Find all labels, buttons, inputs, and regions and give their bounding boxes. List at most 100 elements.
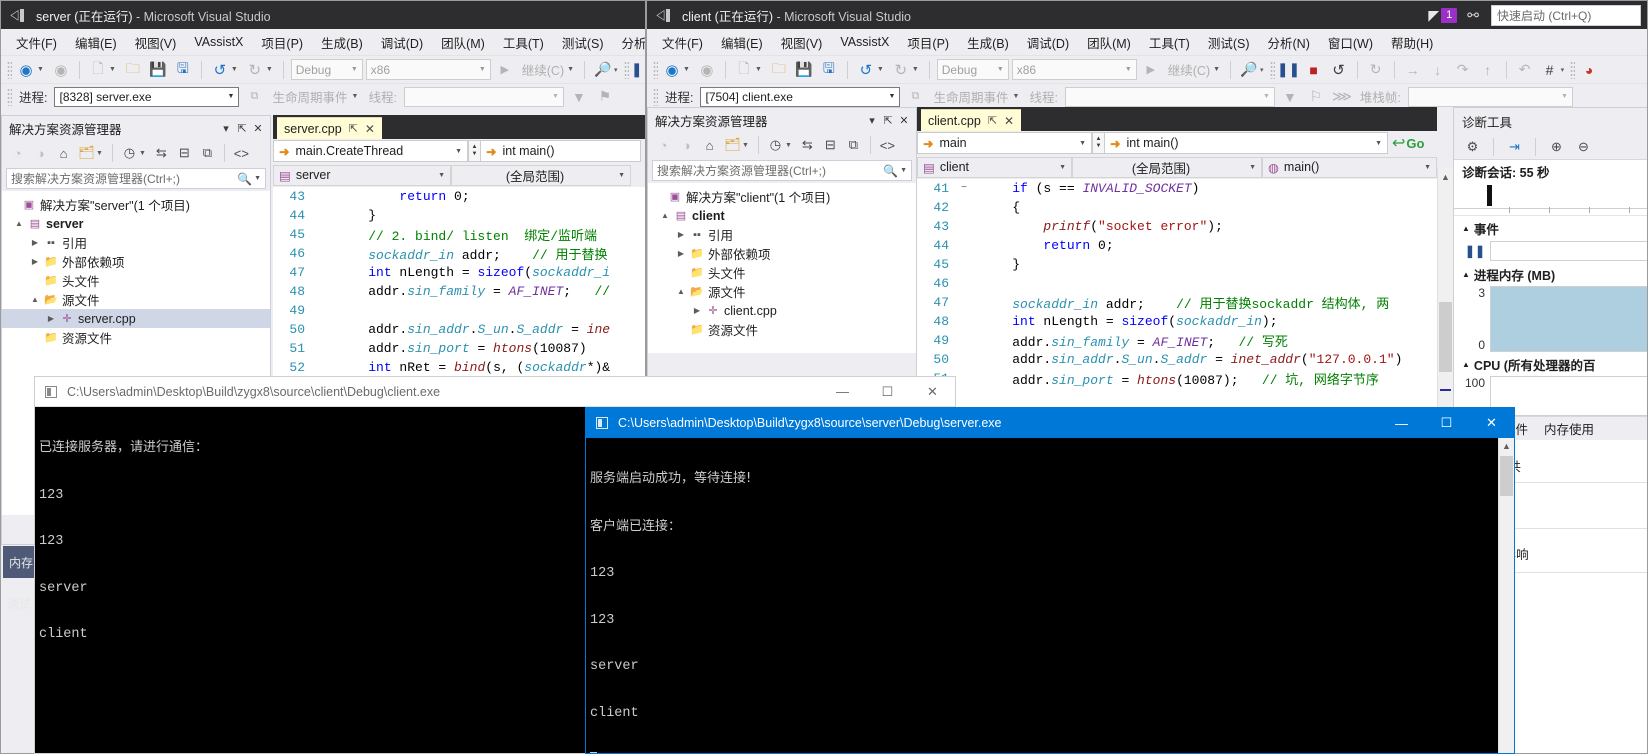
diagnostic-timeline-ruler[interactable] — [1454, 182, 1647, 216]
navigate-backward-icon[interactable]: ◉ — [661, 59, 683, 81]
tree-node-client-cpp[interactable]: ▶ ✛ client.cpp — [648, 301, 916, 320]
pin-icon[interactable]: ⇱ — [349, 122, 358, 135]
tree-node-solution[interactable]: ▣ 解决方案"server"(1 个项目) — [2, 195, 270, 214]
stackframe-combo[interactable]: ▼ — [1407, 86, 1573, 107]
menu-item-test[interactable]: 测试(S) — [1199, 30, 1259, 55]
menu-item-team[interactable]: 团队(M) — [1078, 30, 1140, 55]
chevron-down-icon[interactable]: ▼ — [683, 66, 690, 73]
properties-icon[interactable]: ⧉ — [197, 143, 218, 164]
navigate-backward-icon[interactable]: ◉ — [15, 59, 37, 81]
chevron-down-icon[interactable]: ▾ — [864, 114, 880, 127]
solution-explorer-toolbar[interactable]: ◔ ◑ ⌂ 🗂 ▼ ◷ ▼ ⇆ ⊟ ⧉ <> — [648, 132, 916, 158]
editor-tab-server-cpp[interactable]: server.cpp ⇱ ✕ — [277, 117, 382, 139]
server-editor-navbar-top[interactable]: ➜ main.CreateThread ▼ ▲ ▼ ➜ int main() — [273, 139, 645, 163]
lifecycle-events-label[interactable]: 生命周期事件 — [269, 87, 350, 106]
scope-combo-global[interactable]: (全局范围) ▼ — [1072, 156, 1262, 178]
expander-icon[interactable]: ▲ — [1462, 360, 1470, 369]
navigate-forward-icon[interactable]: ◉ — [696, 59, 718, 81]
client-window-titlebar[interactable]: client (正在运行) - Microsoft Visual Studio … — [647, 1, 1647, 29]
chevron-down-icon[interactable]: ▼ — [438, 172, 445, 179]
menu-item-file[interactable]: 文件(F) — [653, 30, 712, 55]
forward-icon[interactable]: ◑ — [30, 143, 51, 164]
scope-combo-member[interactable]: ◍ main() ▼ — [1262, 156, 1437, 178]
chevron-down-icon[interactable]: ▾ — [1260, 66, 1264, 74]
menu-item-view[interactable]: 视图(V) — [126, 30, 186, 55]
menu-item-file[interactable]: 文件(F) — [7, 30, 66, 55]
continue-label[interactable]: 继续(C) — [519, 60, 567, 79]
menu-item-project[interactable]: 项目(P) — [898, 30, 958, 55]
tree-node-source-files[interactable]: ▲ 📂 源文件 — [2, 290, 270, 309]
expander-icon[interactable]: ▲ — [28, 295, 42, 304]
menu-item-tools[interactable]: 工具(T) — [1140, 30, 1199, 55]
nav-combo-function-left[interactable]: ➜ main.CreateThread ▼ — [273, 140, 468, 162]
properties-icon[interactable]: ⧉ — [843, 135, 864, 156]
client-solution-tree[interactable]: ▣ 解决方案"client"(1 个项目) ▲ ▤ client ▶ ▪▪ 引用… — [648, 183, 916, 353]
undo-icon[interactable]: ↺ — [855, 59, 877, 81]
open-file-icon[interactable]: 🗀 — [768, 59, 790, 81]
new-project-icon[interactable]: 🗋 — [733, 59, 755, 81]
solution-configuration-combo[interactable]: Debug ▼ — [936, 59, 1009, 80]
scope-combo-global[interactable]: (全局范围) ▼ — [451, 164, 631, 186]
chevron-down-icon[interactable]: ▼ — [1249, 164, 1256, 171]
start-debug-icon[interactable]: ▶ — [1140, 59, 1162, 81]
minimize-button[interactable]: — — [1379, 408, 1424, 438]
menu-item-edit[interactable]: 编辑(E) — [66, 30, 126, 55]
gear-icon[interactable]: ⚙ — [1462, 136, 1483, 157]
pending-changes-icon[interactable]: 🗂 — [722, 135, 743, 156]
menu-item-vassistx[interactable]: VAssistX — [185, 32, 252, 52]
solution-explorer-toolbar[interactable]: ◔ ◑ ⌂ 🗂 ▼ ◷ ▼ ⇆ ⊟ ⧉ <> — [2, 140, 270, 166]
search-icon[interactable]: 🔍 — [237, 172, 252, 186]
close-icon[interactable]: ✕ — [365, 122, 375, 136]
solution-explorer-search[interactable]: 搜索解决方案资源管理器(Ctrl+;) 🔍 ▼ — [652, 160, 912, 181]
tree-node-server-cpp[interactable]: ▶ ✛ server.cpp — [2, 309, 270, 328]
menu-item-build[interactable]: 生成(B) — [312, 30, 372, 55]
close-icon[interactable]: ✕ — [250, 122, 266, 135]
feedback-icon[interactable]: ⚯ — [1467, 7, 1479, 24]
export-icon[interactable]: ⇥ — [1504, 136, 1525, 157]
diagnostic-section-memory[interactable]: ▲ 进程内存 (MB) — [1454, 262, 1647, 286]
step-up-icon[interactable]: ↑ — [1477, 59, 1499, 81]
client-editor-tabstrip[interactable]: client.cpp ⇱ ✕ — [917, 107, 1437, 131]
tool-tab-debug[interactable]: 调试 — [1, 589, 37, 617]
history-icon[interactable]: ◷ — [119, 143, 140, 164]
collapse-all-icon[interactable]: ⊟ — [820, 135, 841, 156]
quick-launch-box[interactable]: 快速启动 (Ctrl+Q) — [1491, 4, 1641, 26]
pin-icon[interactable]: ⇱ — [988, 114, 997, 127]
scrollbar-thumb[interactable] — [1500, 456, 1513, 496]
save-all-icon[interactable]: 🖫 — [172, 59, 194, 81]
sync-icon[interactable]: ⇆ — [797, 135, 818, 156]
step-into-icon[interactable]: ↓ — [1427, 59, 1449, 81]
filter-flag-icon[interactable]: ⚐ — [1305, 86, 1327, 108]
hash-icon[interactable]: # — [1539, 59, 1561, 81]
no-filter-icon[interactable]: ⋙ — [1331, 86, 1353, 108]
menu-item-window[interactable]: 窗口(W) — [1319, 30, 1382, 55]
chevron-down-icon[interactable]: ▼ — [1213, 66, 1220, 73]
tree-node-resource-files[interactable]: 📁 资源文件 — [2, 328, 270, 347]
server-debug-location-toolbar[interactable]: 进程: [8328] server.exe ▼ ⧉ 生命周期事件 ▼ 线程: ▼ … — [1, 83, 645, 109]
menu-item-vassistx[interactable]: VAssistX — [831, 32, 898, 52]
tab-memory-usage[interactable]: 内存使用 — [1536, 416, 1602, 441]
server-console-output[interactable]: 服务端启动成功，等待连接! 客户端已连接： 123 123 server cli… — [586, 438, 1514, 753]
nav-spinner[interactable]: ▲ ▼ — [468, 140, 481, 162]
maximize-button[interactable]: ☐ — [1424, 408, 1469, 438]
close-icon[interactable]: ✕ — [896, 114, 912, 127]
step-over-icon[interactable]: → — [1402, 59, 1424, 81]
diagnostic-section-events[interactable]: ▲ 事件 — [1454, 216, 1647, 240]
client-menu-bar[interactable]: 文件(F) 编辑(E) 视图(V) VAssistX 项目(P) 生成(B) 调… — [647, 29, 1647, 55]
zoom-in-icon[interactable]: ⊕ — [1546, 136, 1567, 157]
nav-spinner[interactable]: ▲ ▼ — [1092, 132, 1105, 154]
notification-flag-icon[interactable]: ◤ — [1428, 7, 1439, 24]
back-icon[interactable]: ◔ — [653, 135, 674, 156]
tree-node-project[interactable]: ▲ ▤ client — [648, 206, 916, 225]
menu-item-debug[interactable]: 调试(D) — [372, 30, 432, 55]
menu-item-test[interactable]: 测试(S) — [553, 30, 613, 55]
menu-item-analyze[interactable]: 分析(N) — [1259, 30, 1319, 55]
break-all-icon[interactable]: ❚❚ — [1277, 59, 1300, 81]
nav-combo-function-right[interactable]: ➜ int main() — [481, 140, 641, 162]
client-debug-location-toolbar[interactable]: 进程: [7504] client.exe ▼ ⧉ 生命周期事件 ▼ 线程: ▼ … — [647, 83, 1647, 109]
tree-node-external-deps[interactable]: ▶ 📁 外部依赖项 — [2, 252, 270, 271]
chevron-down-icon[interactable]: ▾ — [614, 66, 618, 74]
solution-explorer-search[interactable]: 搜索解决方案资源管理器(Ctrl+;) 🔍 ▼ — [6, 168, 266, 189]
menu-item-build[interactable]: 生成(B) — [958, 30, 1018, 55]
chevron-down-icon[interactable]: ▼ — [1424, 164, 1431, 171]
